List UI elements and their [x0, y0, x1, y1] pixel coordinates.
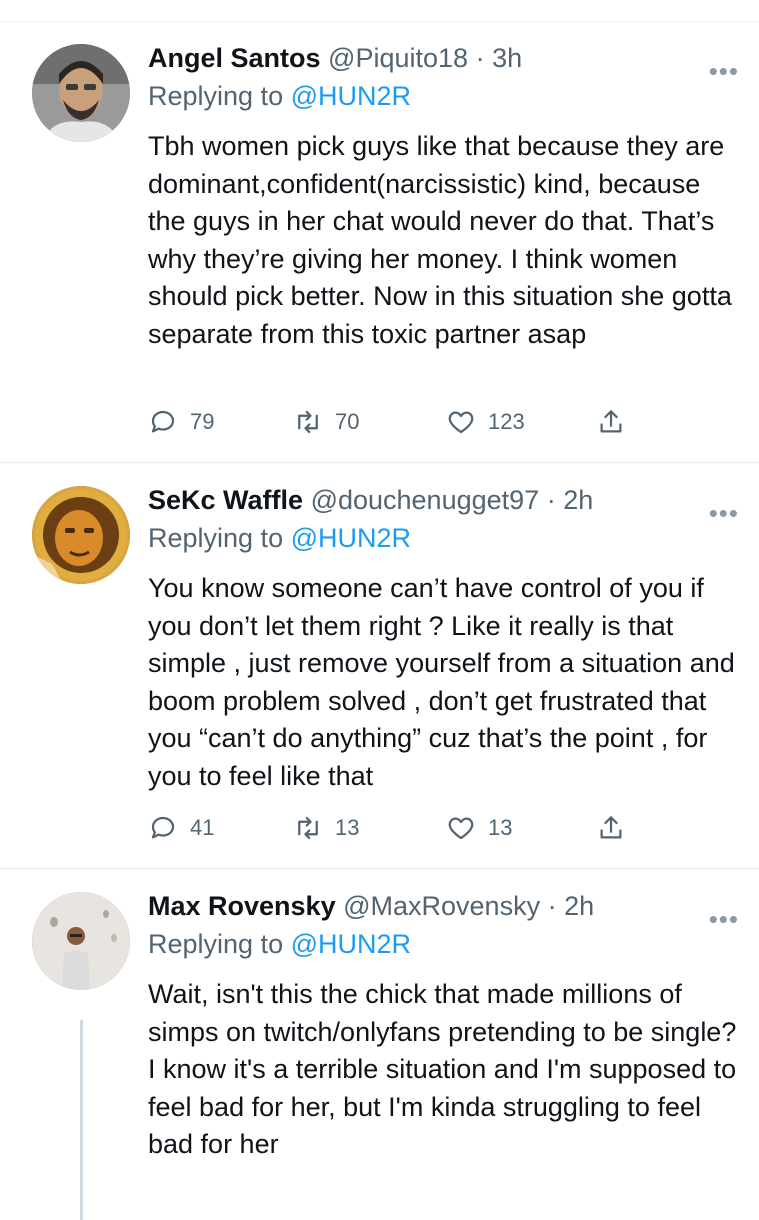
tweet-actions: 79 70 123: [148, 402, 668, 442]
retweet-button[interactable]: 13: [293, 808, 359, 848]
tweet[interactable]: Max Rovensky @MaxRovensky · 2h Replying …: [0, 870, 759, 1220]
like-button[interactable]: 123: [446, 402, 525, 442]
mention-link[interactable]: @HUN2R: [291, 81, 411, 111]
timestamp[interactable]: 2h: [564, 891, 594, 921]
avatar-image: [32, 486, 130, 584]
timestamp[interactable]: 3h: [492, 43, 522, 73]
share-icon: [600, 816, 622, 839]
avatar[interactable]: [32, 892, 130, 990]
heart-icon: [448, 817, 474, 840]
reply-count: 41: [190, 815, 215, 840]
heart-icon: [448, 411, 474, 434]
tweet-text: Wait, isn't this the chick that made mil…: [148, 979, 737, 1159]
tweet-text: You know someone can’t have control of y…: [148, 573, 743, 791]
like-count: 123: [488, 409, 525, 434]
reply-button[interactable]: 79: [148, 402, 214, 442]
tweet-header: Angel Santos @Piquito18 · 3h: [148, 38, 738, 78]
tweet-header: SeKc Waffle @douchenugget97 · 2h: [148, 480, 738, 520]
avatar-image: [32, 44, 130, 142]
share-icon: [600, 410, 622, 433]
reply-icon: [151, 410, 175, 433]
reply-button[interactable]: 41: [148, 808, 214, 848]
share-button[interactable]: [596, 402, 626, 442]
display-name[interactable]: Angel Santos: [148, 43, 321, 73]
display-name[interactable]: Max Rovensky: [148, 891, 336, 921]
tweet-header: Max Rovensky @MaxRovensky · 2h: [148, 886, 738, 926]
replying-to: Replying to @HUN2R: [148, 924, 738, 964]
user-handle[interactable]: @douchenugget97: [311, 485, 540, 515]
tweet-content: Angel Santos @Piquito18 · 3h Replying to…: [148, 38, 738, 353]
retweet-icon: [298, 410, 318, 434]
display-name[interactable]: SeKc Waffle: [148, 485, 303, 515]
avatar[interactable]: [32, 44, 130, 142]
separator-dot: ·: [546, 485, 556, 515]
share-button[interactable]: [596, 808, 626, 848]
like-button[interactable]: 13: [446, 808, 512, 848]
replying-to: Replying to @HUN2R: [148, 518, 738, 558]
retweet-icon: [298, 816, 318, 840]
tweet[interactable]: SeKc Waffle @douchenugget97 · 2h Replyin…: [0, 464, 759, 869]
replying-to-label: Replying to: [148, 81, 284, 111]
more-icon[interactable]: •••: [709, 498, 739, 529]
timestamp[interactable]: 2h: [563, 485, 593, 515]
mention-link[interactable]: @HUN2R: [291, 523, 411, 553]
separator-dot: ·: [547, 891, 557, 921]
replying-to-label: Replying to: [148, 523, 284, 553]
retweet-count: 70: [335, 409, 360, 434]
tweet-content: Max Rovensky @MaxRovensky · 2h Replying …: [148, 886, 738, 1164]
reply-icon: [151, 816, 175, 839]
user-handle[interactable]: @Piquito18: [328, 43, 468, 73]
tweet[interactable]: Angel Santos @Piquito18 · 3h Replying to…: [0, 22, 759, 463]
more-icon[interactable]: •••: [709, 56, 739, 87]
tweet-timeline: Angel Santos @Piquito18 · 3h Replying to…: [0, 0, 759, 1220]
replying-to: Replying to @HUN2R: [148, 76, 738, 116]
tweet-content: SeKc Waffle @douchenugget97 · 2h Replyin…: [148, 480, 738, 795]
tweet-text: Tbh women pick guys like that because th…: [148, 131, 740, 349]
user-handle[interactable]: @MaxRovensky: [343, 891, 540, 921]
more-icon[interactable]: •••: [709, 904, 739, 935]
retweet-count: 13: [335, 815, 360, 840]
avatar[interactable]: [32, 486, 130, 584]
avatar-image: [32, 892, 130, 990]
replying-to-label: Replying to: [148, 929, 284, 959]
reply-count: 79: [190, 409, 215, 434]
retweet-button[interactable]: 70: [293, 402, 359, 442]
tweet-actions: 41 13 13: [148, 808, 668, 848]
separator-dot: ·: [475, 43, 485, 73]
like-count: 13: [488, 815, 513, 840]
mention-link[interactable]: @HUN2R: [291, 929, 411, 959]
thread-line: [80, 1020, 83, 1220]
